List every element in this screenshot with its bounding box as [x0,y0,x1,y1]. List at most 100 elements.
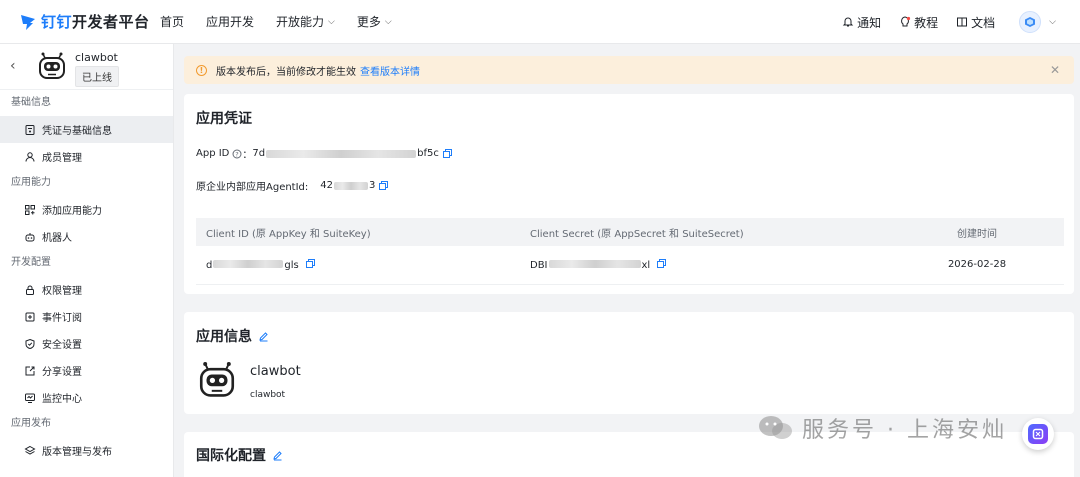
back-arrow-icon[interactable]: ‹ [10,58,16,74]
sidebar-item-share[interactable]: 分享设置 [0,357,173,384]
tutorial-button[interactable]: 教程 [899,14,938,31]
shield-icon [25,338,35,349]
watermark-text: 服务号 · 上海安灿 [802,418,1007,443]
credentials-title: 应用凭证 [196,111,252,127]
notice-text: 版本发布后，当前修改才能生效 [216,66,356,78]
share-icon [25,366,35,375]
user-icon [25,151,35,162]
client-credentials-table: Client ID (原 AppKey 和 SuiteKey) Client S… [196,218,1064,285]
view-version-details-link[interactable]: 查看版本详情 [360,63,420,78]
copy-icon[interactable] [305,258,315,268]
assistant-icon [1028,424,1048,444]
sidebar-item-label: 权限管理 [42,286,82,297]
sidebar-item-label: 监控中心 [42,394,82,405]
table-row: d gls DBI xl 2026-02-28 [196,246,1064,285]
docs-button[interactable]: 文档 [956,14,995,31]
avatar[interactable] [1019,11,1042,33]
sidebar-item-robot[interactable]: 机器人 [0,223,173,250]
col-client-secret: Client Secret (原 AppSecret 和 SuiteSecret… [520,218,890,246]
group-app-capabilities: 应用能力 [11,177,51,188]
app-info-description: clawbot [250,390,286,400]
wechat-watermark: 服务号 · 上海安灿 [756,412,1007,444]
sidebar-item-credentials[interactable]: 凭证与基础信息 [0,116,173,143]
agent-id-suffix: 3 [369,180,376,191]
nav-app-dev[interactable]: 应用开发 [206,13,254,30]
notify-button[interactable]: 通知 [842,14,881,31]
top-right-actions: 通知 教程 文档 ⌵ [824,0,1056,44]
col-created-time: 创建时间 [890,218,1064,246]
sidebar-item-label: 分享设置 [42,367,82,378]
app-id-suffix: bf5c [417,148,439,159]
monitor-icon [25,393,35,403]
client-id-suffix: gls [284,259,299,271]
app-info-name: clawbot [250,364,301,379]
lock-icon [26,285,34,295]
redacted-blur [548,259,641,268]
i18n-title-text: 国际化配置 [196,448,266,464]
group-dev-config: 开发配置 [11,257,51,268]
sidebar-item-events[interactable]: 事件订阅 [0,303,173,330]
edit-icon[interactable] [272,450,283,461]
app-info-title-text: 应用信息 [196,329,252,345]
nav-home[interactable]: 首页 [160,13,184,30]
credentials-card: 应用凭证 App ID ? ： 7d bf5c 原企业内部应用AgentId: … [184,94,1074,294]
group-basic-info: 基础信息 [11,97,51,108]
brand-name: 钉钉开发者平台 [41,13,150,31]
top-navbar: 钉钉开发者平台 首页 应用开发 开放能力 ⌵ 更多 ⌵ 通知 教程 文档 ⌵ [0,0,1080,44]
nav-more[interactable]: 更多 ⌵ [357,13,392,30]
warning-icon: ! [196,64,207,76]
sidebar-item-add-capability[interactable]: 添加应用能力 [0,196,173,223]
sidebar-item-members[interactable]: 成员管理 [0,143,173,170]
brand-logo[interactable]: 钉钉开发者平台 [20,11,156,32]
sidebar-item-label: 成员管理 [42,153,82,164]
robot-avatar-icon [39,52,65,79]
bulb-icon [901,16,911,27]
assistant-fab-button[interactable] [1022,418,1054,450]
table-header-row: Client ID (原 AppKey 和 SuiteKey) Client S… [196,218,1064,246]
sidebar-item-label: 添加应用能力 [42,206,102,217]
client-secret-suffix: xl [641,259,651,271]
status-badge: 已上线 [75,66,119,87]
client-id-cell: d gls [196,246,520,285]
sidebar-item-permissions[interactable]: 权限管理 [0,276,173,303]
event-icon [25,312,35,321]
sidebar: ‹ clawbot 已上线 基础信息 凭证与基础信息 成员管理 应用能力 添加应… [0,44,174,477]
client-id-prefix: d [206,259,213,271]
agent-id-prefix: 42 [320,180,333,191]
chevron-down-icon: ⌵ [328,16,335,27]
book-icon [957,17,968,27]
sidebar-item-monitor[interactable]: 监控中心 [0,384,173,411]
dingtalk-logo-icon [21,14,35,30]
copy-icon[interactable] [442,149,452,158]
sidebar-item-versions[interactable]: 版本管理与发布 [0,437,173,464]
app-id-prefix: 7d [252,148,266,159]
apps-add-icon [25,204,35,215]
copy-icon[interactable] [657,258,667,268]
bell-icon [842,17,854,27]
credential-icon [25,124,35,135]
copy-icon[interactable] [379,181,389,190]
app-name: clawbot [75,51,118,64]
client-secret-cell: DBI xl [520,246,890,285]
release-notice-banner: ! 版本发布后，当前修改才能生效 查看版本详情 ✕ [184,56,1074,84]
sidebar-item-label: 安全设置 [42,340,82,351]
svg-text:?: ? [236,150,239,158]
close-icon[interactable]: ✕ [1050,63,1060,77]
app-id-row: App ID ? ： 7d bf5c [196,146,452,161]
agent-id-row: 原企业内部应用AgentId: 42 3 [196,178,389,193]
app-info-title: 应用信息 [196,326,269,346]
app-header: ‹ clawbot 已上线 [0,44,173,90]
edit-icon[interactable] [258,331,269,342]
redacted-blur [213,259,284,268]
help-icon[interactable]: ? [232,149,242,159]
sidebar-item-label: 凭证与基础信息 [42,126,112,137]
redacted-blur [334,181,368,190]
group-app-release: 应用发布 [11,418,51,429]
sidebar-item-label: 机器人 [42,233,72,244]
chevron-down-icon[interactable]: ⌵ [1049,17,1056,27]
layers-icon [24,445,36,455]
wechat-icon [759,416,792,439]
sidebar-item-security[interactable]: 安全设置 [0,330,173,357]
agent-id-label: 原企业内部应用AgentId: [196,182,309,193]
nav-open-capabilities[interactable]: 开放能力 ⌵ [276,13,335,30]
